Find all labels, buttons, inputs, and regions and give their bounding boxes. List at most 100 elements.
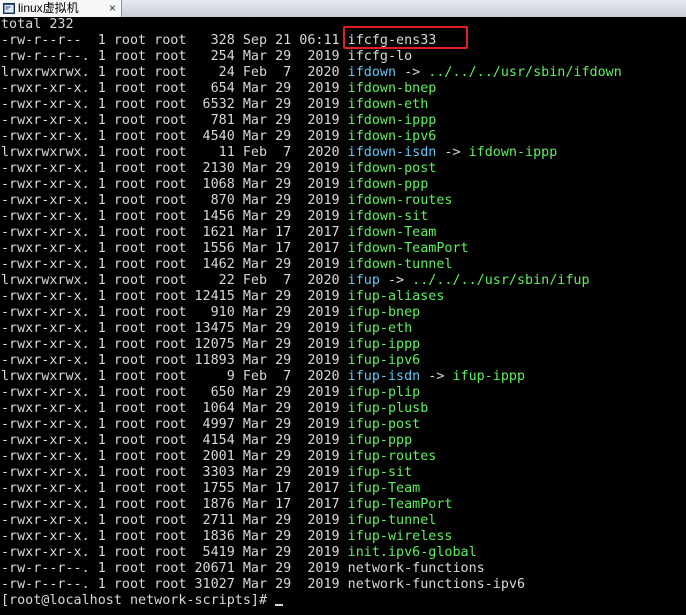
file-meta: -rwxr-xr-x. 1 root root 1621 Mar 17 2017 bbox=[1, 225, 348, 240]
listing-row: lrwxrwxrwx. 1 root root 9 Feb 7 2020 ifu… bbox=[1, 369, 622, 385]
link-target: ../../../usr/sbin/ifup bbox=[412, 273, 590, 288]
total-line: total 232 bbox=[1, 17, 74, 32]
file-meta: lrwxrwxrwx. 1 root root 11 Feb 7 2020 bbox=[1, 145, 348, 160]
file-meta: -rwxr-xr-x. 1 root root 11893 Mar 29 201… bbox=[1, 353, 348, 368]
tab-label: linux虚拟机 bbox=[18, 1, 79, 15]
file-meta: -rwxr-xr-x. 1 root root 1876 Mar 17 2017 bbox=[1, 497, 348, 512]
terminal-output[interactable]: total 232 -rw-r--r-- 1 root root 328 Sep… bbox=[0, 17, 686, 615]
text-cursor bbox=[275, 604, 284, 606]
listing-row: -rwxr-xr-x. 1 root root 2001 Mar 29 2019… bbox=[1, 449, 622, 465]
file-name: ifup-tunnel bbox=[347, 513, 437, 528]
link-arrow: -> bbox=[420, 369, 453, 384]
file-name: ifup-plusb bbox=[347, 401, 429, 416]
file-name: ifup-ipv6 bbox=[347, 353, 421, 368]
file-name: ifdown-sit bbox=[347, 209, 429, 224]
file-name: ifdown-ippp bbox=[347, 113, 437, 128]
file-name: init.ipv6-global bbox=[347, 545, 477, 560]
listing-row: -rw-r--r--. 1 root root 254 Mar 29 2019 … bbox=[1, 49, 622, 65]
file-meta: -rwxr-xr-x. 1 root root 1836 Mar 29 2019 bbox=[1, 529, 348, 544]
listing-row: -rwxr-xr-x. 1 root root 1836 Mar 29 2019… bbox=[1, 529, 622, 545]
link-target: ifdown-ippp bbox=[468, 145, 558, 160]
file-meta: -rwxr-xr-x. 1 root root 1456 Mar 29 2019 bbox=[1, 209, 348, 224]
listing-row: -rwxr-xr-x. 1 root root 1456 Mar 29 2019… bbox=[1, 209, 622, 225]
listing-row: -rwxr-xr-x. 1 root root 5419 Mar 29 2019… bbox=[1, 545, 622, 561]
link-arrow: -> bbox=[396, 65, 429, 80]
file-meta: -rw-r--r--. 1 root root 31027 Mar 29 201… bbox=[1, 577, 348, 592]
file-name: ifup-bnep bbox=[347, 305, 421, 320]
file-meta: lrwxrwxrwx. 1 root root 22 Feb 7 2020 bbox=[1, 273, 348, 288]
listing-row: -rwxr-xr-x. 1 root root 654 Mar 29 2019 … bbox=[1, 81, 622, 97]
file-name: ifcfg-lo bbox=[347, 49, 413, 64]
listing-row: -rw-r--r--. 1 root root 31027 Mar 29 201… bbox=[1, 577, 622, 593]
file-meta: -rwxr-xr-x. 1 root root 4540 Mar 29 2019 bbox=[1, 129, 348, 144]
highlight-box bbox=[343, 26, 468, 49]
terminal-lines: total 232 -rw-r--r-- 1 root root 328 Sep… bbox=[1, 17, 622, 609]
listing-row: -rwxr-xr-x. 1 root root 1876 Mar 17 2017… bbox=[1, 497, 622, 513]
file-name: ifdown-isdn bbox=[347, 145, 437, 160]
file-name: ifdown bbox=[347, 65, 397, 80]
prompt-line[interactable]: [root@localhost network-scripts]# bbox=[1, 593, 622, 609]
file-name: ifup-wireless bbox=[347, 529, 453, 544]
file-meta: -rwxr-xr-x. 1 root root 12415 Mar 29 201… bbox=[1, 289, 348, 304]
file-meta: -rwxr-xr-x. 1 root root 2130 Mar 29 2019 bbox=[1, 161, 348, 176]
file-name: network-functions bbox=[347, 561, 485, 576]
listing-row: -rwxr-xr-x. 1 root root 1755 Mar 17 2017… bbox=[1, 481, 622, 497]
file-meta: -rwxr-xr-x. 1 root root 2001 Mar 29 2019 bbox=[1, 449, 348, 464]
file-name: ifdown-ipv6 bbox=[347, 129, 437, 144]
file-name: ifdown-ppp bbox=[347, 177, 429, 192]
file-meta: -rwxr-xr-x. 1 root root 1462 Mar 29 2019 bbox=[1, 257, 348, 272]
file-name: ifdown-routes bbox=[347, 193, 453, 208]
file-meta: -rw-r--r--. 1 root root 20671 Mar 29 201… bbox=[1, 561, 348, 576]
tab-bar: linux虚拟机 × bbox=[0, 0, 686, 18]
file-meta: -rwxr-xr-x. 1 root root 1556 Mar 17 2017 bbox=[1, 241, 348, 256]
listing-row: -rwxr-xr-x. 1 root root 650 Mar 29 2019 … bbox=[1, 385, 622, 401]
listing-row: -rwxr-xr-x. 1 root root 11893 Mar 29 201… bbox=[1, 353, 622, 369]
file-meta: -rwxr-xr-x. 1 root root 870 Mar 29 2019 bbox=[1, 193, 348, 208]
listing-row: -rwxr-xr-x. 1 root root 2711 Mar 29 2019… bbox=[1, 513, 622, 529]
listing-row: -rwxr-xr-x. 1 root root 1556 Mar 17 2017… bbox=[1, 241, 622, 257]
listing-row: -rwxr-xr-x. 1 root root 13475 Mar 29 201… bbox=[1, 321, 622, 337]
file-meta: -rw-r--r--. 1 root root 254 Mar 29 2019 bbox=[1, 49, 348, 64]
listing-row: lrwxrwxrwx. 1 root root 22 Feb 7 2020 if… bbox=[1, 273, 622, 289]
file-name: ifup bbox=[347, 273, 380, 288]
listing-row: -rwxr-xr-x. 1 root root 1068 Mar 29 2019… bbox=[1, 177, 622, 193]
listing-row: -rw-r--r--. 1 root root 20671 Mar 29 201… bbox=[1, 561, 622, 577]
listing-row: -rwxr-xr-x. 1 root root 3303 Mar 29 2019… bbox=[1, 465, 622, 481]
link-arrow: -> bbox=[379, 273, 413, 288]
file-meta: -rwxr-xr-x. 1 root root 1755 Mar 17 2017 bbox=[1, 481, 348, 496]
file-meta: -rwxr-xr-x. 1 root root 1068 Mar 29 2019 bbox=[1, 177, 348, 192]
file-meta: lrwxrwxrwx. 1 root root 9 Feb 7 2020 bbox=[1, 369, 348, 384]
listing-row: -rwxr-xr-x. 1 root root 2130 Mar 29 2019… bbox=[1, 161, 622, 177]
file-meta: -rwxr-xr-x. 1 root root 5419 Mar 29 2019 bbox=[1, 545, 348, 560]
file-name: ifup-sit bbox=[347, 465, 413, 480]
listing-row: -rwxr-xr-x. 1 root root 6532 Mar 29 2019… bbox=[1, 97, 622, 113]
listing-row: -rwxr-xr-x. 1 root root 12415 Mar 29 201… bbox=[1, 289, 622, 305]
file-name: ifup-ppp bbox=[347, 433, 413, 448]
listing-row: -rw-r--r-- 1 root root 328 Sep 21 06:11 … bbox=[1, 33, 622, 49]
link-target: ../../../usr/sbin/ifdown bbox=[428, 65, 622, 80]
shell-prompt: [root@localhost network-scripts]# bbox=[1, 593, 276, 608]
file-meta: -rwxr-xr-x. 1 root root 2711 Mar 29 2019 bbox=[1, 513, 348, 528]
listing-row: -rwxr-xr-x. 1 root root 1462 Mar 29 2019… bbox=[1, 257, 622, 273]
file-name: ifdown-post bbox=[347, 161, 437, 176]
file-meta: -rwxr-xr-x. 1 root root 1064 Mar 29 2019 bbox=[1, 401, 348, 416]
file-name: ifdown-tunnel bbox=[347, 257, 453, 272]
listing-row: -rwxr-xr-x. 1 root root 910 Mar 29 2019 … bbox=[1, 305, 622, 321]
link-target: ifup-ippp bbox=[452, 369, 526, 384]
file-name: ifup-post bbox=[347, 417, 421, 432]
listing-row: -rwxr-xr-x. 1 root root 4997 Mar 29 2019… bbox=[1, 417, 622, 433]
file-meta: -rwxr-xr-x. 1 root root 654 Mar 29 2019 bbox=[1, 81, 348, 96]
terminal-icon bbox=[3, 3, 15, 14]
close-icon[interactable]: × bbox=[109, 1, 116, 16]
file-name: ifdown-Team bbox=[347, 225, 437, 240]
file-meta: -rwxr-xr-x. 1 root root 4997 Mar 29 2019 bbox=[1, 417, 348, 432]
tab-linux-vm[interactable]: linux虚拟机 × bbox=[0, 0, 122, 17]
file-meta: -rwxr-xr-x. 1 root root 3303 Mar 29 2019 bbox=[1, 465, 348, 480]
file-name: ifup-plip bbox=[347, 385, 421, 400]
listing-row: -rwxr-xr-x. 1 root root 1621 Mar 17 2017… bbox=[1, 225, 622, 241]
listing-row: -rwxr-xr-x. 1 root root 12075 Mar 29 201… bbox=[1, 337, 622, 353]
listing-row: -rwxr-xr-x. 1 root root 781 Mar 29 2019 … bbox=[1, 113, 622, 129]
listing-row: -rwxr-xr-x. 1 root root 4154 Mar 29 2019… bbox=[1, 433, 622, 449]
file-name: ifdown-TeamPort bbox=[347, 241, 469, 256]
file-name: ifup-eth bbox=[347, 321, 413, 336]
